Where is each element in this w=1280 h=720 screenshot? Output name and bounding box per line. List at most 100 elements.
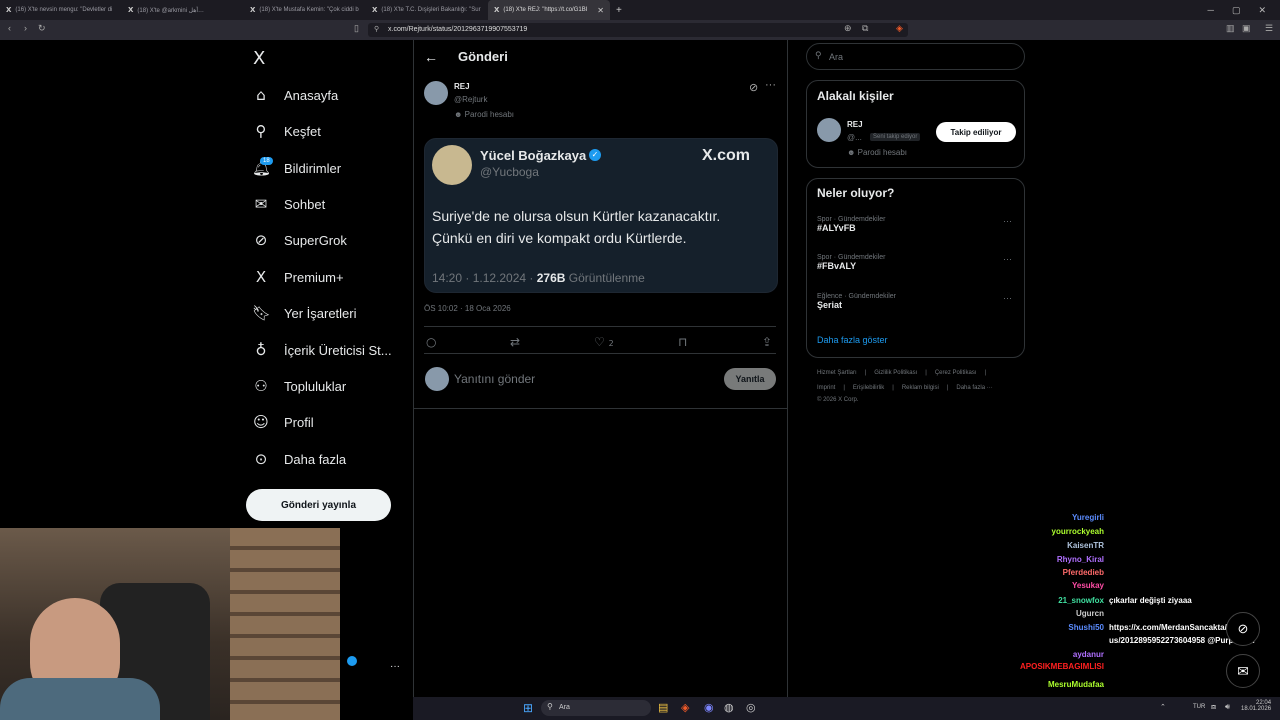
x-icon: X xyxy=(250,6,256,14)
chat-message: 21_snowfox xyxy=(1058,596,1104,605)
volume-icon[interactable]: 🔊︎ xyxy=(1225,702,1230,712)
brave-shield-icon[interactable]: ◈ xyxy=(896,23,903,34)
nav-chat[interactable]: ✉ Sohbet xyxy=(252,192,326,216)
bookmark-page-icon[interactable]: ▯ xyxy=(354,23,359,34)
network-icon[interactable]: ⧈ xyxy=(1211,702,1216,712)
browser-tab[interactable]: X (16) X'te nevsin mengu: "Devletler di xyxy=(0,0,122,20)
bookmark-icon[interactable]: ⊓ xyxy=(678,335,687,349)
nav-supergrok[interactable]: ⊘ SuperGrok xyxy=(252,228,347,252)
taskbar-search[interactable]: Ara xyxy=(541,700,651,716)
like-button[interactable]: ♡ 2 xyxy=(594,335,614,349)
author-name[interactable]: REJ xyxy=(454,82,470,91)
browser-tab-bar: X (16) X'te nevsin mengu: "Devletler di X… xyxy=(0,0,1280,20)
reload-icon[interactable]: ↻ xyxy=(38,23,46,34)
brave-icon[interactable]: ◈ xyxy=(681,701,689,714)
maximize-icon[interactable]: ▢ xyxy=(1232,5,1241,16)
reply-icon[interactable]: ○ xyxy=(426,335,436,349)
zoom-icon[interactable]: ⊕ xyxy=(844,23,852,34)
account-more-icon[interactable]: ··· xyxy=(390,661,400,672)
browser-tab[interactable]: X (18) X'te Mustafa Kemin: "Çok ciddi b xyxy=(244,0,366,20)
related-avatar[interactable] xyxy=(817,118,841,142)
related-name[interactable]: REJ xyxy=(847,120,863,129)
post-timestamp[interactable]: ÖS 10:02 · 18 Oca 2026 xyxy=(424,304,511,313)
footer-link[interactable]: Imprint xyxy=(817,385,835,391)
new-tab-button[interactable]: + xyxy=(610,0,630,20)
browser-tab[interactable]: X (18) X'te ‪@arkmini‬ ‪أهل…‬ xyxy=(122,0,244,20)
avatar[interactable] xyxy=(424,81,448,105)
folder-icon[interactable]: ▤ xyxy=(658,701,668,714)
related-handle[interactable]: @... xyxy=(847,133,862,142)
url-bar[interactable]: x.com/Rejturk/status/2012963719907553719 xyxy=(368,23,908,37)
trend-item[interactable]: Eğlence · Gündemdekiler Şeriat xyxy=(817,293,896,310)
close-tab-icon[interactable]: ✕ xyxy=(597,6,604,15)
mask-icon: ☻ xyxy=(847,148,858,157)
bookmark-icon: 🔖︎ xyxy=(252,304,272,322)
browser-tab-active[interactable]: X (18) X'te REJ: "https://t.co/G1BI ✕ xyxy=(488,0,610,20)
trend-more-icon[interactable]: ··· xyxy=(1003,293,1012,303)
trend-item[interactable]: Spor · Gündemdekiler #ALYvFB xyxy=(817,216,885,233)
bookshelf xyxy=(230,528,340,720)
site-info-icon[interactable]: ⚲ xyxy=(374,25,379,33)
chat-message: Yesukay xyxy=(1071,581,1104,590)
grok-icon[interactable]: ⊘ xyxy=(749,81,758,94)
divider xyxy=(424,326,776,327)
nav-bookmarks[interactable]: 🔖︎ Yer İşaretleri xyxy=(252,301,357,325)
footer-link[interactable]: Hizmet Şartları xyxy=(817,370,857,376)
nav-explore[interactable]: ⚲ Keşfet xyxy=(252,119,321,143)
nav-profile[interactable]: ☺ Profil xyxy=(252,410,313,434)
steam-icon[interactable]: ◍ xyxy=(724,701,734,714)
footer-link[interactable]: Gizlilik Politikası xyxy=(874,370,917,376)
reply-input[interactable]: Yanıtını gönder xyxy=(454,372,535,386)
footer-link[interactable]: Erişilebilirlik xyxy=(853,385,884,391)
x-icon: X xyxy=(494,6,500,14)
grok-floating-icon[interactable]: ⊘ xyxy=(1226,612,1260,646)
sidebar-icon[interactable]: ▥ xyxy=(1226,23,1235,34)
wallet-icon[interactable]: ▣ xyxy=(1242,23,1251,34)
windows-start-icon[interactable]: ⊞ xyxy=(523,701,533,715)
author-handle[interactable]: @Rejturk xyxy=(454,95,487,104)
more-icon[interactable]: ··· xyxy=(765,79,776,91)
footer-link[interactable]: Reklam bilgisi xyxy=(902,385,939,391)
trend-more-icon[interactable]: ··· xyxy=(1003,216,1012,226)
quoted-meta: 14:20 · 1.12.2024 · 276B Görüntülenme xyxy=(432,271,645,285)
mail-icon: ✉ xyxy=(254,195,268,213)
forward-icon[interactable]: › xyxy=(24,23,27,33)
share-icon[interactable]: ⧉ xyxy=(862,23,868,34)
quoted-text-line2: Çünkü en diri ve kompakt ordu Kürtlerde. xyxy=(432,230,687,246)
repost-icon[interactable]: ⇄ xyxy=(510,335,520,349)
discord-icon[interactable]: ◉ xyxy=(704,701,714,714)
chat-message: yourrockyeah xyxy=(1051,527,1104,536)
footer-link[interactable]: Çerez Politikası xyxy=(935,370,977,376)
back-icon[interactable]: ‹ xyxy=(8,23,11,33)
search-input[interactable]: Ara xyxy=(806,43,1025,70)
people-icon: ⚇ xyxy=(254,377,268,395)
tray-chevron-icon[interactable]: ⌃ xyxy=(1160,703,1166,711)
following-button[interactable]: Takip ediliyor xyxy=(936,122,1016,142)
trend-item[interactable]: Spor · Gündemdekiler #FBvALY xyxy=(817,254,885,271)
messages-floating-icon[interactable]: ✉ xyxy=(1226,654,1260,688)
nav-communities[interactable]: ⚇ Topluluklar xyxy=(252,374,346,398)
minimize-icon[interactable]: ─ xyxy=(1208,5,1214,16)
back-arrow-icon[interactable]: ← xyxy=(424,49,438,65)
reply-button[interactable]: Yanıtla xyxy=(724,368,776,390)
quoted-name: Yücel Boğazkaya xyxy=(480,148,587,163)
obs-icon[interactable]: ◎ xyxy=(746,701,756,714)
post-button[interactable]: Gönderi yayınla xyxy=(246,489,391,521)
page-title: Gönderi xyxy=(458,49,508,64)
nav-creator-studio[interactable]: ♁ İçerik Üreticisi St... xyxy=(252,338,392,362)
nav-more[interactable]: ⊙ Daha fazla xyxy=(252,447,346,471)
search-icon: ⚲ xyxy=(255,122,267,140)
x-logo[interactable]: X xyxy=(253,48,265,69)
share-icon[interactable]: ⇪ xyxy=(762,335,772,349)
nav-home[interactable]: ⌂ Anasayfa xyxy=(252,83,338,107)
trend-more-icon[interactable]: ··· xyxy=(1003,254,1012,264)
language-indicator[interactable]: TUR xyxy=(1193,704,1205,710)
footer-link[interactable]: Daha fazla ··· xyxy=(956,385,992,391)
window-close-icon[interactable]: ✕ xyxy=(1258,5,1266,16)
show-more-link[interactable]: Daha fazla göster xyxy=(817,335,888,345)
clock[interactable]: 22:04 18.01.2026 xyxy=(1241,700,1271,712)
trends-title: Neler oluyor? xyxy=(817,186,895,200)
nav-premium[interactable]: X Premium+ xyxy=(252,265,344,289)
browser-tab[interactable]: X (18) X'te T.C. Dışişleri Bakanlığı: "Su… xyxy=(366,0,488,20)
menu-icon[interactable]: ☰ xyxy=(1265,23,1273,34)
